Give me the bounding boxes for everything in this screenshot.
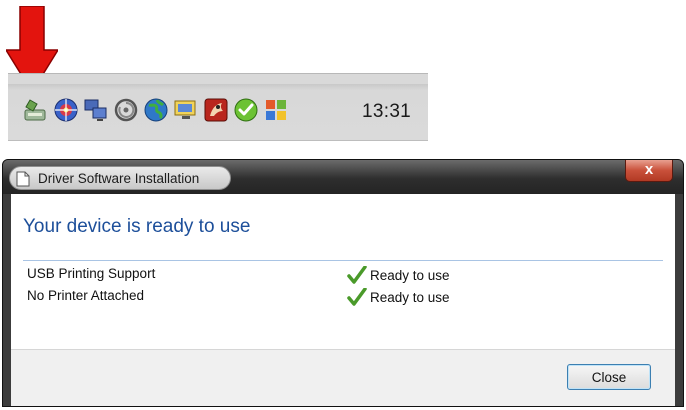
device-status: Ready to use (347, 266, 450, 284)
device-status-text: Ready to use (370, 267, 450, 283)
window-title: Driver Software Installation (38, 171, 200, 186)
driver-installation-dialog: Driver Software Installation x Your devi… (2, 159, 684, 407)
dialog-footer: Close (11, 349, 675, 406)
device-row: USB Printing Support Ready to use (27, 266, 667, 286)
network-icon[interactable] (52, 96, 80, 124)
document-icon (16, 171, 30, 187)
status-ok-icon[interactable] (232, 96, 260, 124)
dialog-heading: Your device is ready to use (23, 216, 251, 237)
checkmark-icon (347, 266, 367, 284)
checkmark-icon (347, 288, 367, 306)
windows-icon[interactable] (262, 96, 290, 124)
device-name: USB Printing Support (27, 266, 156, 281)
heading-separator (23, 260, 663, 261)
title-bar[interactable]: Driver Software Installation x (3, 160, 683, 194)
device-name: No Printer Attached (27, 288, 145, 303)
tray-clock[interactable]: 13:31 (362, 101, 411, 123)
usb-device-icon[interactable] (22, 96, 50, 124)
device-row: No Printer Attached Ready to use (27, 288, 667, 308)
security-icon[interactable] (202, 96, 230, 124)
dialog-content: Your device is ready to use USB Printing… (11, 194, 675, 406)
device-status: Ready to use (347, 288, 450, 306)
system-tray: 13:31 (8, 73, 428, 141)
title-pill: Driver Software Installation (9, 166, 231, 190)
close-button[interactable]: Close (567, 364, 651, 390)
display-icon[interactable] (172, 96, 200, 124)
device-status-text: Ready to use (370, 289, 450, 305)
tray-icons (22, 95, 290, 125)
volume-icon[interactable] (112, 96, 140, 124)
globe-icon[interactable] (142, 96, 170, 124)
monitors-icon[interactable] (82, 96, 110, 124)
window-close-button[interactable]: x (625, 160, 673, 182)
